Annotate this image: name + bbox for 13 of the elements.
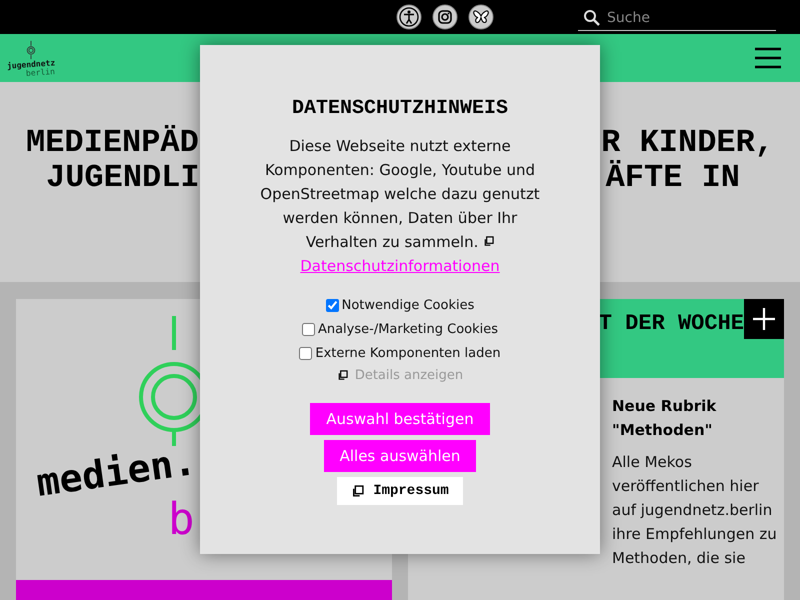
checkbox-label: Externe Komponenten laden: [315, 345, 501, 363]
hero-title: MEDIENPÄD: [26, 125, 199, 160]
hero-title: JUGENDLI: [46, 160, 200, 195]
article-text: Alle Mekos veröffentlichen hier auf jugendnetz.berlin ihre Empfehlungen zu Methoden, die sie: [612, 452, 778, 569]
logo-subtext: berlin: [25, 68, 55, 78]
hero-title: R KINDER,: [601, 125, 774, 160]
hero-title: ÄFTE IN: [606, 160, 740, 195]
checkbox-label: Notwendige Cookies: [342, 297, 474, 315]
dialog-title: DATENSCHUTZHINWEIS: [292, 97, 508, 120]
checkbox-label: Analyse-/Marketing Cookies: [318, 321, 498, 339]
dialog-text: Diese Webseite nutzt externe Komponenten: Google, Youtube und OpenStreetmap welche dazu genutzt werden können, Daten über Ihr Verhalten zu sammeln.: [259, 136, 541, 253]
card-heading: T DER WOCHE: [598, 311, 744, 336]
logo-letter: b: [168, 495, 194, 545]
